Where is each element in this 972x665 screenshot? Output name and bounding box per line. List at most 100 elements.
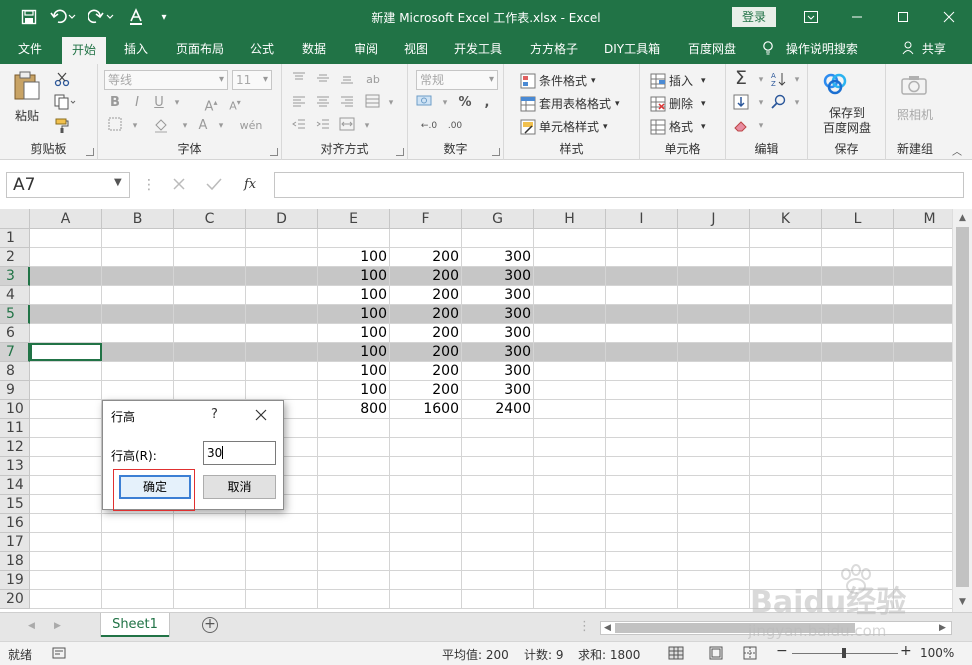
cell-h19[interactable]: [534, 571, 606, 590]
cell-g15[interactable]: [462, 495, 534, 514]
cell-l10[interactable]: [822, 400, 894, 419]
cell-h18[interactable]: [534, 552, 606, 571]
cell-l7[interactable]: [822, 343, 894, 362]
more-options-icon[interactable]: ⋮: [142, 177, 156, 193]
delete-cells-button[interactable]: 删除 ▾: [650, 95, 706, 112]
cell-j7[interactable]: [678, 343, 750, 362]
cell-i18[interactable]: [606, 552, 678, 571]
active-cell[interactable]: [30, 343, 102, 361]
cell-f8[interactable]: 200: [390, 362, 462, 381]
cell-b20[interactable]: [102, 590, 174, 609]
name-box[interactable]: A7: [6, 172, 130, 198]
cell-f18[interactable]: [390, 552, 462, 571]
cell-a2[interactable]: [30, 248, 102, 267]
cell-m16[interactable]: [894, 514, 952, 533]
find-dropdown-icon[interactable]: ▾: [788, 94, 806, 112]
underline-dropdown-icon[interactable]: ▾: [168, 94, 186, 112]
cell-k7[interactable]: [750, 343, 822, 362]
cell-h15[interactable]: [534, 495, 606, 514]
number-format-combo[interactable]: 常规: [416, 70, 498, 90]
cell-c19[interactable]: [174, 571, 246, 590]
clipboard-launcher-icon[interactable]: [86, 148, 94, 156]
row-header-2[interactable]: 2: [0, 248, 30, 267]
save-icon[interactable]: [18, 7, 40, 27]
cut-icon[interactable]: [54, 71, 70, 87]
cell-a16[interactable]: [30, 514, 102, 533]
cell-c5[interactable]: [174, 305, 246, 324]
cell-k1[interactable]: [750, 229, 822, 248]
cell-j16[interactable]: [678, 514, 750, 533]
align-center-icon[interactable]: [314, 94, 332, 112]
cell-e13[interactable]: [318, 457, 390, 476]
cell-f3[interactable]: 200: [390, 267, 462, 286]
cell-c4[interactable]: [174, 286, 246, 305]
cell-g3[interactable]: 300: [462, 267, 534, 286]
phonetic-icon[interactable]: wén: [238, 117, 264, 135]
cell-f6[interactable]: 200: [390, 324, 462, 343]
cell-d20[interactable]: [246, 590, 318, 609]
cell-b2[interactable]: [102, 248, 174, 267]
cell-c8[interactable]: [174, 362, 246, 381]
cell-i15[interactable]: [606, 495, 678, 514]
cell-i14[interactable]: [606, 476, 678, 495]
confirm-entry-icon[interactable]: [206, 177, 222, 195]
cancel-entry-icon[interactable]: [172, 177, 186, 195]
cell-i2[interactable]: [606, 248, 678, 267]
fill-dropdown-icon[interactable]: ▾: [176, 117, 194, 135]
cell-c17[interactable]: [174, 533, 246, 552]
tab-home[interactable]: 开始: [62, 37, 107, 64]
cell-a11[interactable]: [30, 419, 102, 438]
cell-j11[interactable]: [678, 419, 750, 438]
find-select-icon[interactable]: [770, 94, 788, 112]
cell-h8[interactable]: [534, 362, 606, 381]
horizontal-scroll-thumb[interactable]: [615, 623, 855, 633]
add-sheet-icon[interactable]: +: [202, 617, 218, 633]
cell-f11[interactable]: [390, 419, 462, 438]
align-right-icon[interactable]: [338, 94, 356, 112]
cell-b3[interactable]: [102, 267, 174, 286]
cell-f17[interactable]: [390, 533, 462, 552]
tab-formulas[interactable]: 公式: [240, 34, 284, 64]
share-button[interactable]: 共享: [902, 34, 946, 64]
increase-indent-icon[interactable]: [314, 117, 332, 135]
cell-d16[interactable]: [246, 514, 318, 533]
cell-e7[interactable]: 100: [318, 343, 390, 362]
cell-i10[interactable]: [606, 400, 678, 419]
cell-j10[interactable]: [678, 400, 750, 419]
tab-fangfang[interactable]: 方方格子: [520, 34, 588, 64]
cell-k10[interactable]: [750, 400, 822, 419]
restore-icon[interactable]: [880, 0, 926, 34]
cell-c16[interactable]: [174, 514, 246, 533]
row-header-8[interactable]: 8: [0, 362, 30, 381]
cell-c2[interactable]: [174, 248, 246, 267]
cell-l8[interactable]: [822, 362, 894, 381]
cell-g1[interactable]: [462, 229, 534, 248]
tab-data[interactable]: 数据: [292, 34, 336, 64]
cell-a3[interactable]: [30, 267, 102, 286]
cell-c6[interactable]: [174, 324, 246, 343]
cell-i11[interactable]: [606, 419, 678, 438]
cell-g12[interactable]: [462, 438, 534, 457]
column-header-i[interactable]: I: [606, 209, 678, 229]
cell-g20[interactable]: [462, 590, 534, 609]
decrease-indent-icon[interactable]: [290, 117, 308, 135]
cell-l13[interactable]: [822, 457, 894, 476]
orientation-icon[interactable]: ab: [364, 71, 382, 89]
format-as-table-button[interactable]: 套用表格格式 ▾: [520, 95, 620, 112]
font-size-combo[interactable]: 11: [232, 70, 272, 90]
cell-e17[interactable]: [318, 533, 390, 552]
cell-m10[interactable]: [894, 400, 952, 419]
cell-a14[interactable]: [30, 476, 102, 495]
horizontal-scrollbar[interactable]: ◀ ▶: [600, 621, 952, 635]
column-header-d[interactable]: D: [246, 209, 318, 229]
cell-j6[interactable]: [678, 324, 750, 343]
cell-d9[interactable]: [246, 381, 318, 400]
alignment-launcher-icon[interactable]: [396, 148, 404, 156]
cell-j4[interactable]: [678, 286, 750, 305]
cell-f2[interactable]: 200: [390, 248, 462, 267]
cell-a15[interactable]: [30, 495, 102, 514]
column-header-g[interactable]: G: [462, 209, 534, 229]
cell-c1[interactable]: [174, 229, 246, 248]
cell-k3[interactable]: [750, 267, 822, 286]
save-to-baidu-button[interactable]: [822, 72, 848, 99]
